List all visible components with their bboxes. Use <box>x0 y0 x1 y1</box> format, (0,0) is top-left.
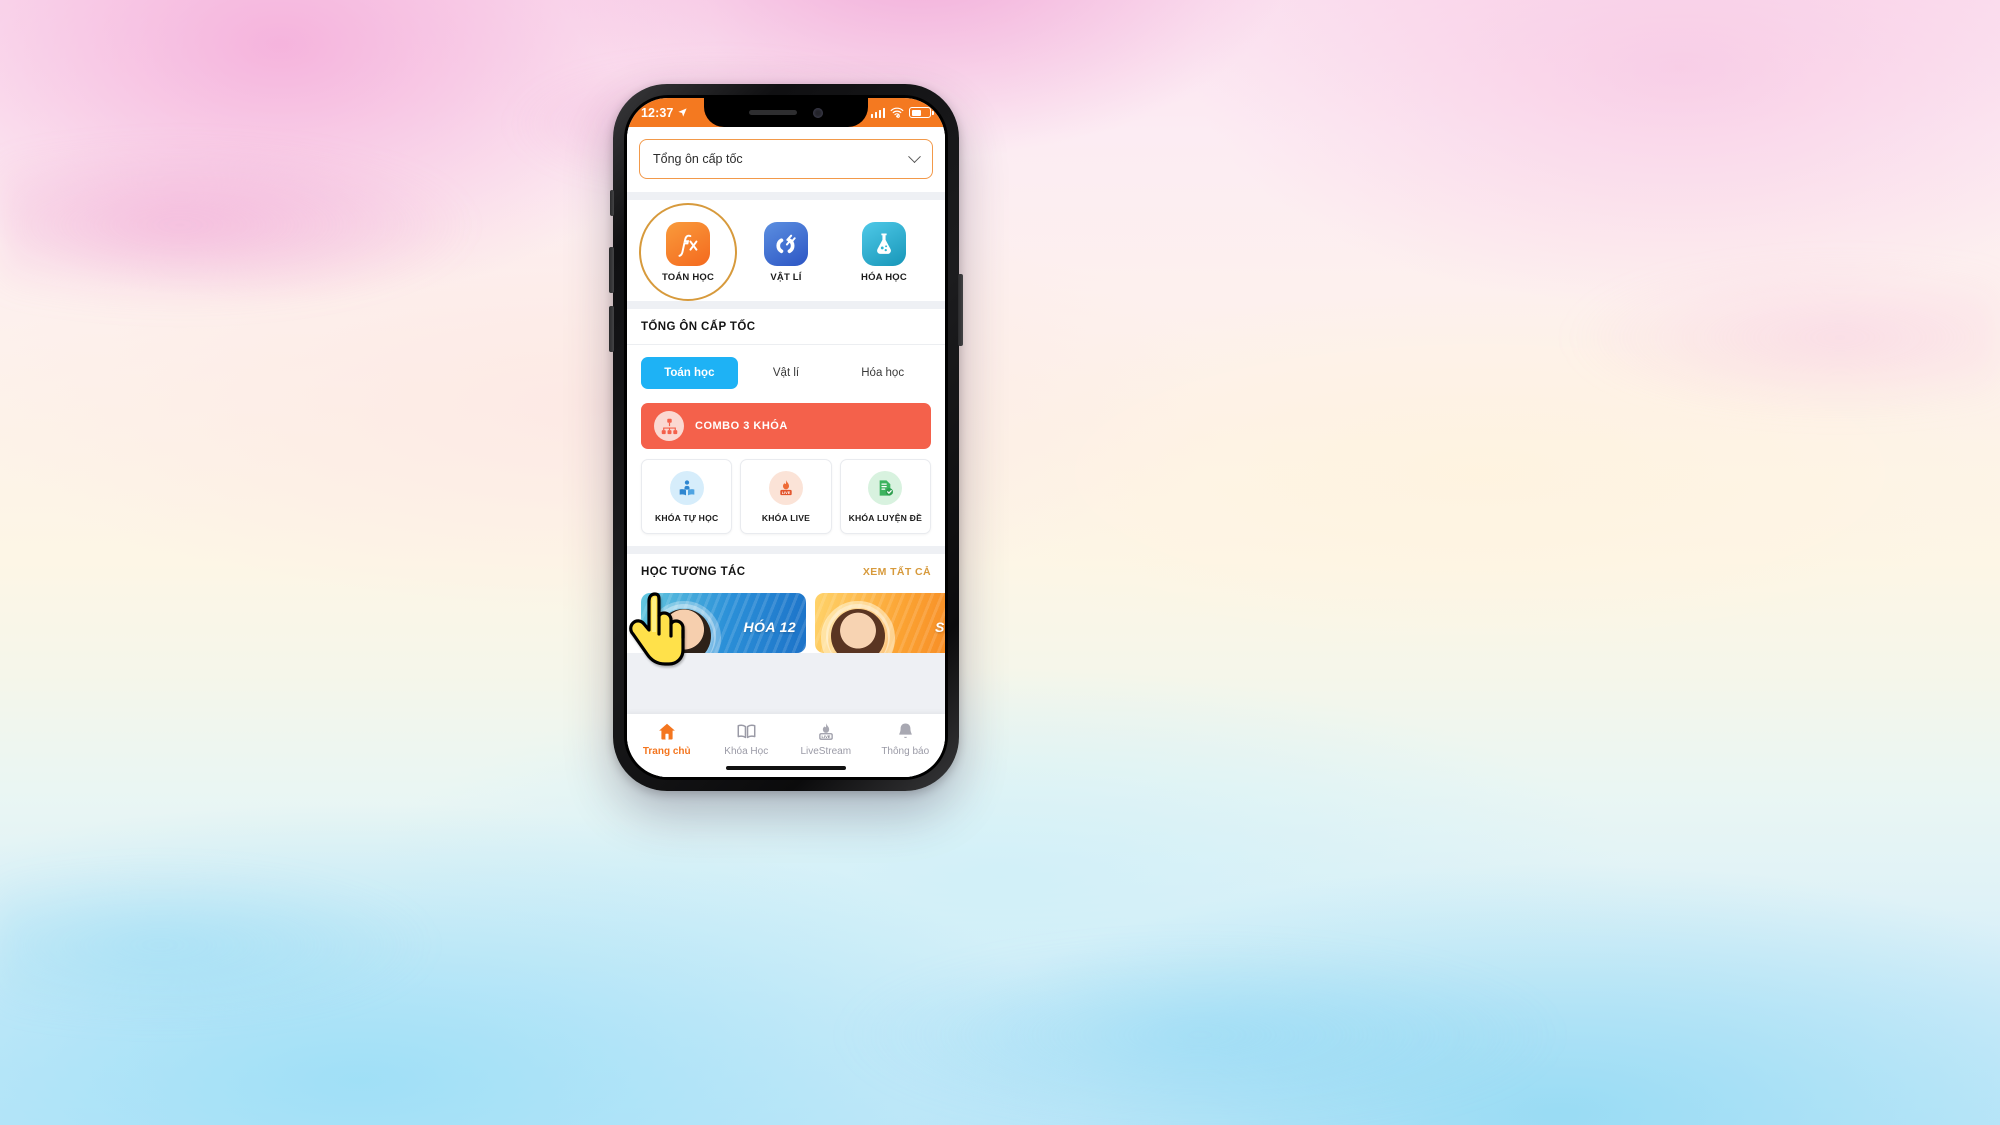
home-indicator[interactable] <box>726 765 846 770</box>
live-flame-icon: LIVE <box>818 723 833 740</box>
location-arrow-icon <box>678 108 688 117</box>
nav-label: Khóa Học <box>724 746 769 757</box>
tab-label: Toán học <box>664 367 715 379</box>
app-content: Tổng ôn cấp tốc TOÁN HỌC VẬT LÍ HÓA HỌC … <box>627 127 945 777</box>
section-title: HỌC TƯƠNG TÁC <box>641 566 746 578</box>
tab-label: Hóa học <box>861 367 905 379</box>
subject-item-toan-hoc[interactable]: TOÁN HỌC <box>643 212 733 291</box>
section-divider <box>627 546 945 554</box>
course-type-card-tu-hoc[interactable]: KHÓA TỰ HỌC <box>641 459 733 534</box>
org-chart-icon <box>654 411 684 441</box>
combo-label: COMBO 3 KHÓA <box>695 420 788 432</box>
course-type-cards: KHÓA TỰ HỌC LIVE KHÓA LIVE KHÓA LUYỆN ĐỀ <box>627 459 945 546</box>
volume-up-button[interactable] <box>609 247 614 293</box>
tab-hoa-hoc[interactable]: Hóa học <box>834 357 931 389</box>
svg-text:LIVE: LIVE <box>782 491 791 495</box>
nav-label: Trang chủ <box>642 746 691 757</box>
front-camera-icon <box>813 107 823 118</box>
book-icon <box>737 724 756 739</box>
course-card-title: HÓA 12 <box>743 619 796 635</box>
magnet-icon <box>764 222 808 266</box>
bell-icon <box>898 723 912 739</box>
dropdown-selected-value: Tổng ôn cấp tốc <box>653 152 743 166</box>
battery-icon <box>909 107 934 118</box>
section-header-ton-on: TỔNG ÔN CẤP TỐC <box>627 309 945 345</box>
home-icon <box>658 723 675 740</box>
course-program-dropdown[interactable]: Tổng ôn cấp tốc <box>639 139 933 179</box>
silent-switch-button[interactable] <box>610 190 614 216</box>
volume-down-button[interactable] <box>609 306 614 352</box>
status-bar-right <box>870 107 934 118</box>
subject-item-vat-li[interactable]: VẬT LÍ <box>741 212 831 291</box>
phone-screen: 12:37 Tổng ôn cấp tốc TOÁN HỌC VẬT LÍ HÓ… <box>627 98 945 777</box>
wallpaper-background: 12:37 Tổng ôn cấp tốc TOÁN HỌC VẬT LÍ HÓ… <box>0 0 2000 1125</box>
wifi-icon <box>890 107 904 118</box>
nav-item-thong-bao[interactable]: Thông báo <box>866 721 946 757</box>
function-fx-icon <box>666 222 710 266</box>
cellular-bars-icon <box>870 107 885 118</box>
see-all-link[interactable]: XEM TẤT CẢ <box>863 566 931 578</box>
chevron-down-icon <box>908 149 921 163</box>
nav-item-khoa-hoc[interactable]: Khóa Học <box>707 721 787 757</box>
subject-tabs: Toán học Vật lí Hóa học <box>627 345 945 397</box>
flask-icon <box>862 222 906 266</box>
document-check-icon <box>868 471 903 505</box>
course-type-card-luyen-de[interactable]: KHÓA LUYỆN ĐỀ <box>839 459 931 534</box>
nav-label: LiveStream <box>800 746 852 757</box>
tab-toan-hoc[interactable]: Toán học <box>641 357 738 389</box>
earpiece-speaker-icon <box>749 110 797 115</box>
dropdown-section: Tổng ôn cấp tốc <box>627 127 945 192</box>
subject-selector: TOÁN HỌC VẬT LÍ HÓA HỌC <box>627 200 945 301</box>
course-type-label: KHÓA TỰ HỌC <box>654 513 719 523</box>
course-type-label: KHÓA LUYỆN ĐỀ <box>848 513 923 523</box>
phone-device-frame: 12:37 Tổng ôn cấp tốc TOÁN HỌC VẬT LÍ HÓ… <box>609 84 963 791</box>
subject-label: TOÁN HỌC <box>661 272 715 283</box>
section-title: TỔNG ÔN CẤP TỐC <box>641 321 756 333</box>
status-bar-left: 12:37 <box>641 106 688 120</box>
reading-person-icon <box>669 471 704 505</box>
section-header-interactive: HỌC TƯƠNG TÁC XEM TẤT CẢ <box>627 554 945 589</box>
section-divider <box>627 301 945 309</box>
combo-banner-section: COMBO 3 KHÓA <box>627 397 945 459</box>
subject-label: VẬT LÍ <box>770 272 802 283</box>
live-flame-icon: LIVE <box>768 471 803 505</box>
power-button[interactable] <box>958 274 963 346</box>
nav-item-livestream[interactable]: LIVE LiveStream <box>786 721 866 757</box>
nav-label: Thông báo <box>881 746 930 757</box>
tab-label: Vật lí <box>772 367 800 379</box>
phone-bezel: 12:37 Tổng ôn cấp tốc TOÁN HỌC VẬT LÍ HÓ… <box>624 95 948 780</box>
course-type-label: KHÓA LIVE <box>761 513 811 523</box>
tab-vat-li[interactable]: Vật lí <box>738 357 835 389</box>
course-card-title: SINH <box>934 619 945 635</box>
hand-pointer-cursor <box>629 592 685 666</box>
subject-label: HÓA HỌC <box>861 272 907 283</box>
course-type-card-live[interactable]: LIVE KHÓA LIVE <box>740 459 832 534</box>
notch <box>704 98 868 127</box>
nav-item-trang-chu[interactable]: Trang chủ <box>627 721 707 757</box>
status-bar-time: 12:37 <box>641 105 674 120</box>
svg-text:LIVE: LIVE <box>821 734 830 739</box>
combo-3-khoa-banner[interactable]: COMBO 3 KHÓA <box>641 403 931 449</box>
subject-item-hoa-hoc[interactable]: HÓA HỌC <box>839 212 929 291</box>
course-card[interactable]: SINH <box>815 593 945 653</box>
section-divider <box>627 192 945 200</box>
